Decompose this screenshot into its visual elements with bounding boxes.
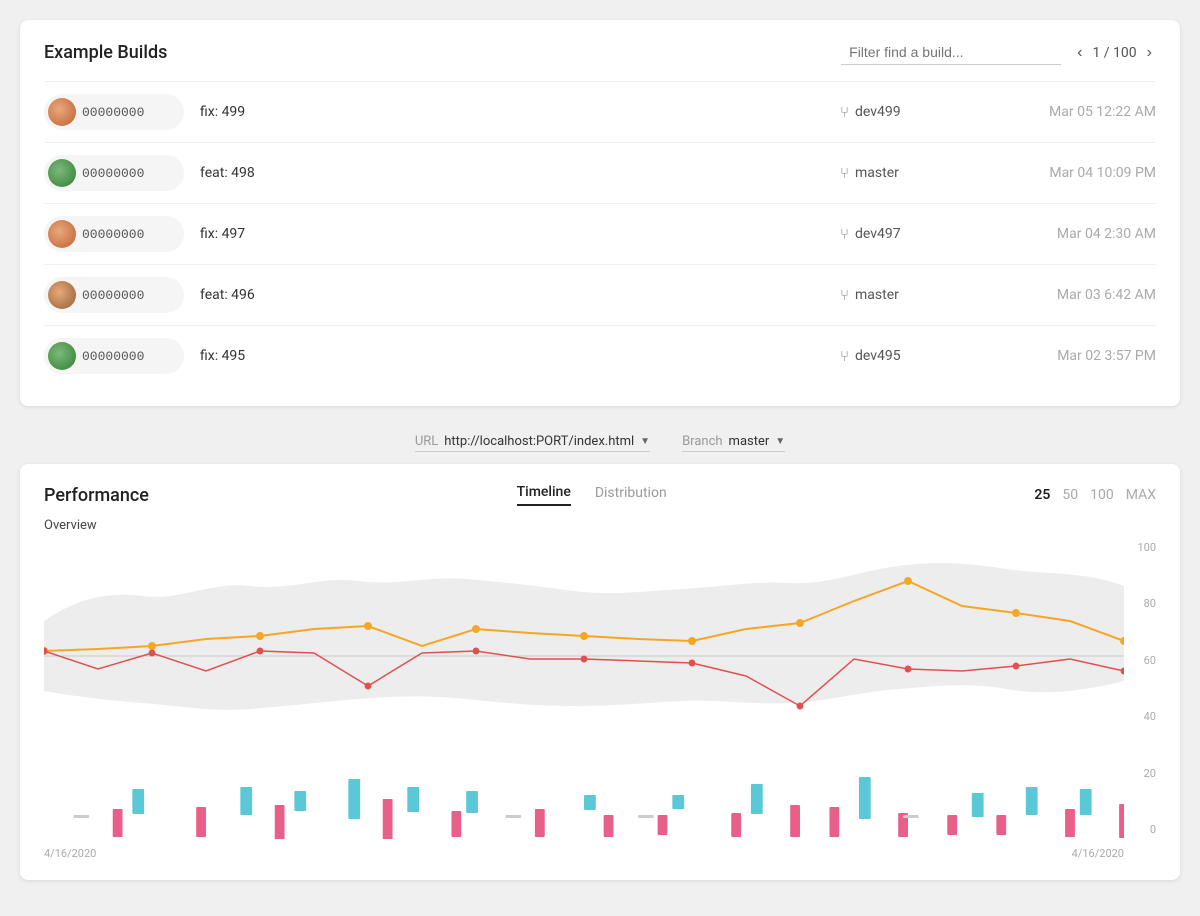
build-hash: 00000000 bbox=[82, 227, 144, 242]
avatar bbox=[48, 98, 76, 126]
bar-chart bbox=[44, 769, 1124, 839]
branch-icon: ⑂ bbox=[840, 225, 849, 243]
build-id-badge: 00000000 bbox=[44, 277, 184, 313]
count-50[interactable]: 50 bbox=[1062, 487, 1078, 503]
build-message: fix: 497 bbox=[200, 226, 824, 242]
y-label-60: 60 bbox=[1132, 654, 1156, 667]
perf-counts: 25 50 100 MAX bbox=[1034, 487, 1156, 503]
build-message: feat: 498 bbox=[200, 165, 824, 181]
build-id-badge: 00000000 bbox=[44, 94, 184, 130]
build-row[interactable]: 00000000 fix: 499 ⑂ dev499 Mar 05 12:22 … bbox=[44, 81, 1156, 142]
avatar bbox=[48, 342, 76, 370]
avatar bbox=[48, 281, 76, 309]
tab-distribution[interactable]: Distribution bbox=[595, 485, 667, 505]
tab-timeline[interactable]: Timeline bbox=[517, 484, 571, 506]
builds-filter-area: ‹ 1 / 100 › bbox=[841, 40, 1156, 65]
build-hash: 00000000 bbox=[82, 105, 144, 120]
date-end: 4/16/2020 bbox=[1072, 847, 1124, 860]
build-id-badge: 00000000 bbox=[44, 338, 184, 374]
branch-value: master bbox=[729, 434, 770, 449]
builds-card: Example Builds ‹ 1 / 100 › 00000000 fix:… bbox=[20, 20, 1180, 406]
performance-card: Performance Timeline Distribution 25 50 … bbox=[20, 464, 1180, 880]
pagination-label: 1 / 100 bbox=[1092, 45, 1136, 61]
branch-name: master bbox=[855, 165, 899, 181]
branch-name: master bbox=[855, 287, 899, 303]
branch-icon: ⑂ bbox=[840, 347, 849, 365]
pagination: ‹ 1 / 100 › bbox=[1073, 42, 1156, 64]
build-date: Mar 03 6:42 AM bbox=[996, 287, 1156, 303]
build-row[interactable]: 00000000 fix: 497 ⑂ dev497 Mar 04 2:30 A… bbox=[44, 203, 1156, 264]
date-labels: 4/16/2020 4/16/2020 bbox=[44, 847, 1124, 860]
perf-title: Performance bbox=[44, 485, 149, 506]
builds-list: 00000000 fix: 499 ⑂ dev499 Mar 05 12:22 … bbox=[44, 81, 1156, 386]
y-axis: 100 80 60 40 20 0 bbox=[1124, 541, 1156, 860]
filter-input[interactable] bbox=[841, 40, 1061, 65]
build-row[interactable]: 00000000 fix: 495 ⑂ dev495 Mar 02 3:57 P… bbox=[44, 325, 1156, 386]
branch-icon: ⑂ bbox=[840, 164, 849, 182]
build-branch-area: ⑂ master bbox=[840, 286, 980, 304]
y-label-80: 80 bbox=[1132, 597, 1156, 610]
branch-name: dev495 bbox=[855, 348, 901, 364]
url-label: URL bbox=[415, 434, 438, 449]
count-100[interactable]: 100 bbox=[1090, 487, 1114, 503]
avatar bbox=[48, 159, 76, 187]
build-row[interactable]: 00000000 feat: 498 ⑂ master Mar 04 10:09… bbox=[44, 142, 1156, 203]
build-date: Mar 05 12:22 AM bbox=[996, 104, 1156, 120]
url-branch-row: URL http://localhost:PORT/index.html ▼ B… bbox=[20, 422, 1180, 464]
prev-page-button[interactable]: ‹ bbox=[1073, 42, 1086, 64]
branch-dropdown-icon: ▼ bbox=[775, 436, 785, 447]
build-id-badge: 00000000 bbox=[44, 216, 184, 252]
branch-icon: ⑂ bbox=[840, 103, 849, 121]
build-branch-area: ⑂ dev499 bbox=[840, 103, 980, 121]
build-branch-area: ⑂ master bbox=[840, 164, 980, 182]
chart-section: Overview bbox=[44, 518, 1156, 860]
build-branch-area: ⑂ dev497 bbox=[840, 225, 980, 243]
build-message: feat: 496 bbox=[200, 287, 824, 303]
count-25[interactable]: 25 bbox=[1034, 487, 1050, 503]
branch-name: dev497 bbox=[855, 226, 901, 242]
url-dropdown-icon: ▼ bbox=[640, 436, 650, 447]
build-row[interactable]: 00000000 feat: 496 ⑂ master Mar 03 6:42 … bbox=[44, 264, 1156, 325]
line-chart bbox=[44, 541, 1124, 761]
build-date: Mar 02 3:57 PM bbox=[996, 348, 1156, 364]
perf-header: Performance Timeline Distribution 25 50 … bbox=[44, 484, 1156, 506]
perf-tabs: Timeline Distribution bbox=[517, 484, 667, 506]
y-label-20: 20 bbox=[1132, 767, 1156, 780]
y-label-0: 0 bbox=[1132, 823, 1156, 836]
build-hash: 00000000 bbox=[82, 288, 144, 303]
build-id-badge: 00000000 bbox=[44, 155, 184, 191]
branch-name: dev499 bbox=[855, 104, 901, 120]
build-hash: 00000000 bbox=[82, 349, 144, 364]
build-date: Mar 04 10:09 PM bbox=[996, 165, 1156, 181]
branch-icon: ⑂ bbox=[840, 286, 849, 304]
build-message: fix: 495 bbox=[200, 348, 824, 364]
branch-label: Branch bbox=[682, 434, 722, 449]
y-label-100: 100 bbox=[1132, 541, 1156, 554]
count-max[interactable]: MAX bbox=[1126, 487, 1156, 503]
build-message: fix: 499 bbox=[200, 104, 824, 120]
avatar bbox=[48, 220, 76, 248]
build-date: Mar 04 2:30 AM bbox=[996, 226, 1156, 242]
url-selector[interactable]: URL http://localhost:PORT/index.html ▼ bbox=[415, 434, 650, 452]
y-label-40: 40 bbox=[1132, 710, 1156, 723]
builds-title: Example Builds bbox=[44, 42, 167, 63]
branch-selector[interactable]: Branch master ▼ bbox=[682, 434, 785, 452]
next-page-button[interactable]: › bbox=[1143, 42, 1156, 64]
build-branch-area: ⑂ dev495 bbox=[840, 347, 980, 365]
chart-overview-label: Overview bbox=[44, 518, 1156, 533]
build-hash: 00000000 bbox=[82, 166, 144, 181]
date-start: 4/16/2020 bbox=[44, 847, 96, 860]
url-value: http://localhost:PORT/index.html bbox=[444, 434, 634, 449]
builds-header: Example Builds ‹ 1 / 100 › bbox=[44, 40, 1156, 65]
